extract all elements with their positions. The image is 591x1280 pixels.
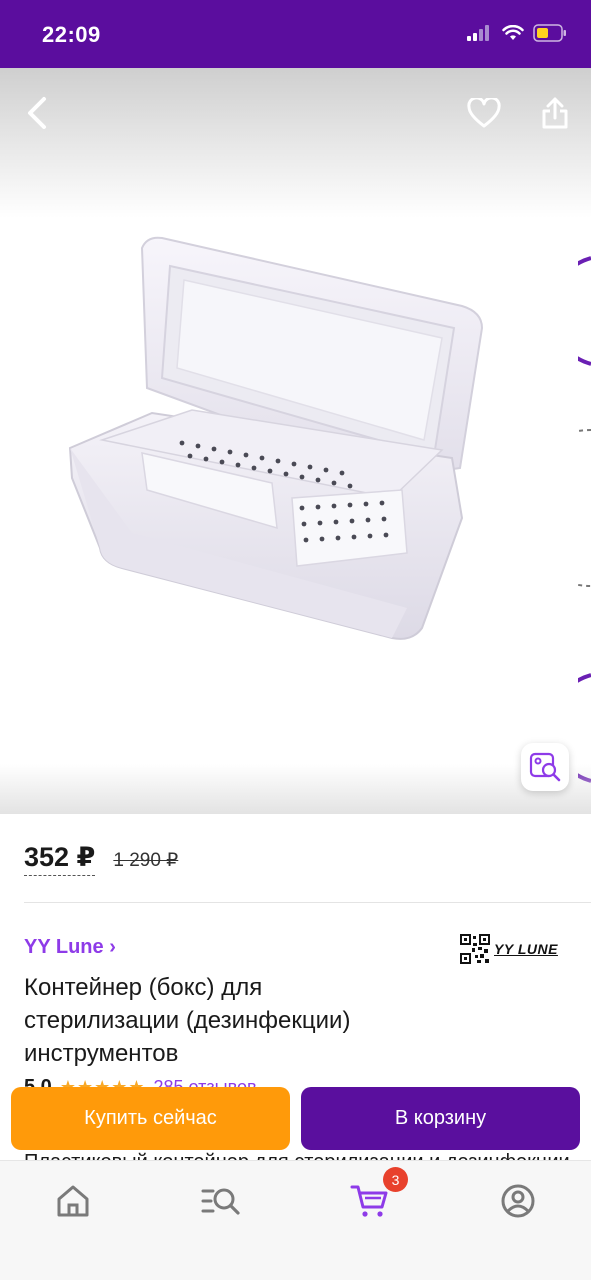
status-time: 22:09 xyxy=(42,22,101,47)
tab-home[interactable] xyxy=(51,1179,95,1223)
action-bar: Купить сейчас В корзину xyxy=(0,1082,591,1158)
profile-icon xyxy=(501,1184,535,1218)
product-title-line: инструментов xyxy=(24,1040,179,1067)
price-block: 352 ₽ 1 290 ₽ xyxy=(24,842,178,876)
product-title: Контейнер (бокс) для стерилизации (дезин… xyxy=(24,971,474,1070)
tab-catalog[interactable] xyxy=(199,1179,243,1223)
wifi-icon xyxy=(502,25,524,40)
home-icon xyxy=(57,1185,89,1217)
brand-logo[interactable]: YY LUNE xyxy=(460,934,558,964)
product-title-line: стерилизации (дезинфекции) xyxy=(24,1007,351,1034)
share-icon xyxy=(542,97,568,129)
chevron-left-icon xyxy=(28,97,46,129)
product-title-line: Контейнер (бокс) для xyxy=(24,974,263,1001)
back-button[interactable] xyxy=(12,88,62,138)
share-button[interactable] xyxy=(530,88,580,138)
status-icons xyxy=(467,24,567,42)
favorite-button[interactable] xyxy=(459,88,509,138)
heart-icon xyxy=(467,98,501,128)
brand-logo-text: YY LUNE xyxy=(494,941,558,957)
status-bar: 22:09 xyxy=(0,0,591,68)
visual-search-button[interactable] xyxy=(521,743,569,791)
qr-code-icon xyxy=(460,934,490,964)
buy-now-button[interactable]: Купить сейчас xyxy=(11,1087,290,1150)
catalog-search-icon xyxy=(201,1188,240,1215)
next-image-thumbnail[interactable] xyxy=(578,256,591,366)
cart-count-badge: 3 xyxy=(383,1167,408,1192)
battery-icon xyxy=(533,24,566,42)
product-gallery[interactable] xyxy=(0,68,591,814)
bottom-tab-bar xyxy=(0,1160,591,1280)
current-price[interactable]: 352 ₽ xyxy=(24,842,96,876)
product-image xyxy=(68,236,484,640)
gallery-bottom-shade xyxy=(0,764,591,814)
brand-link[interactable]: YY Lune › xyxy=(24,936,116,959)
tab-profile[interactable] xyxy=(496,1179,540,1223)
image-search-icon xyxy=(529,752,561,782)
next-image-thumbnail[interactable] xyxy=(578,428,591,588)
add-to-cart-button[interactable]: В корзину xyxy=(301,1087,580,1150)
divider xyxy=(24,902,591,903)
cart-icon xyxy=(350,1185,388,1217)
old-price: 1 290 ₽ xyxy=(113,850,179,871)
signal-icon xyxy=(467,25,489,41)
